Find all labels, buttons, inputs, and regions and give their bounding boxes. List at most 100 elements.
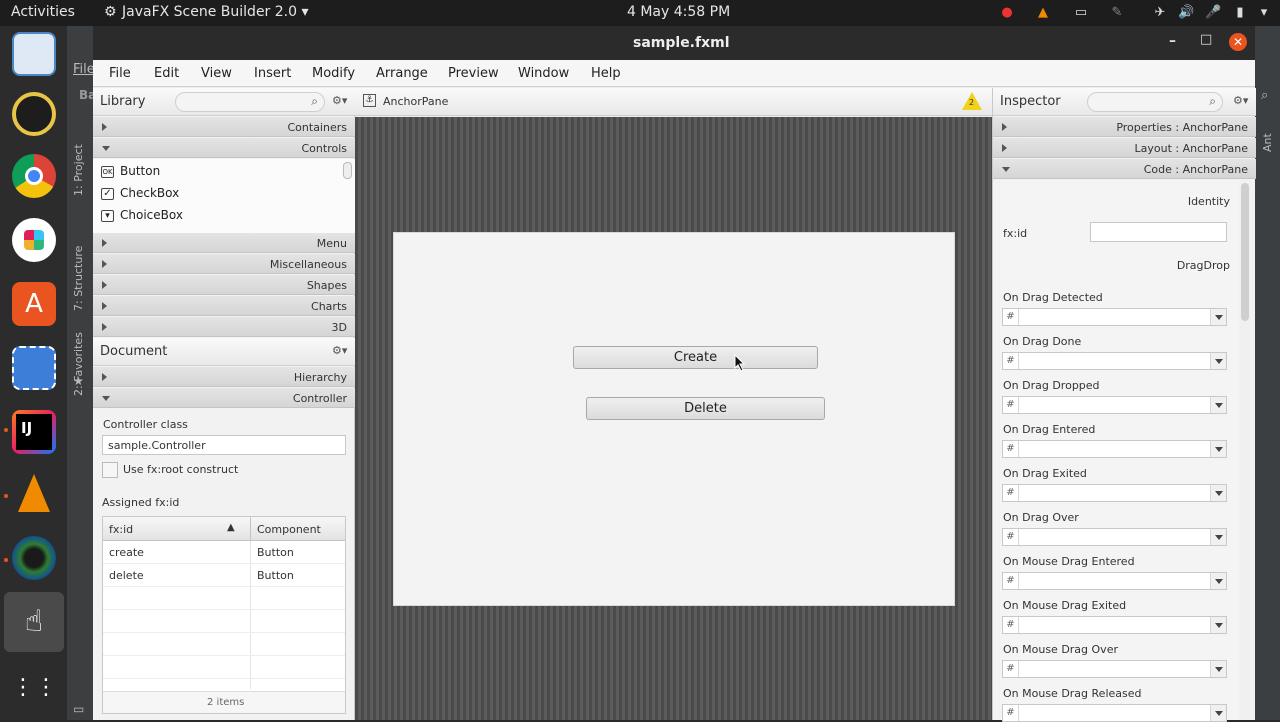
vlc-dock-icon[interactable]: [12, 472, 56, 516]
on-mouse-drag-released-combo[interactable]: #: [1002, 704, 1227, 722]
controls-scrollbar[interactable]: [343, 162, 352, 179]
power-menu-icon[interactable]: ▾: [1256, 5, 1272, 21]
window-icon[interactable]: ▭: [73, 702, 84, 716]
battery-icon[interactable]: ▮: [1232, 5, 1248, 21]
menu-window[interactable]: Window: [518, 66, 569, 81]
inspector-scrollbar-track[interactable]: [1240, 183, 1250, 720]
library-section-containers[interactable]: Containers: [93, 117, 355, 137]
controller-class-input[interactable]: sample.Controller: [102, 435, 346, 455]
on-drag-exited-combo[interactable]: #: [1002, 484, 1227, 502]
anchorpane-stage[interactable]: Create Delete: [393, 232, 955, 606]
library-search-input[interactable]: ⌕: [175, 92, 325, 112]
rhythmbox-dock-icon[interactable]: [12, 92, 56, 136]
table-row[interactable]: delete Button: [103, 564, 345, 587]
inspector-section-properties[interactable]: Properties : AnchorPane: [993, 117, 1256, 137]
on-drag-entered-combo[interactable]: #: [1002, 440, 1227, 458]
microphone-icon[interactable]: 🎤: [1205, 5, 1221, 21]
dropdown-arrow-icon[interactable]: [1210, 485, 1226, 501]
slack-dock-icon[interactable]: [12, 218, 56, 262]
on-drag-over-combo[interactable]: #: [1002, 528, 1227, 546]
library-section-controls[interactable]: Controls: [93, 138, 355, 158]
text-editor-dock-icon[interactable]: [12, 32, 56, 76]
updates-icon[interactable]: ✎: [1109, 5, 1125, 21]
inspector-section-layout[interactable]: Layout : AnchorPane: [993, 138, 1256, 158]
volume-icon[interactable]: 🔊: [1178, 5, 1194, 21]
table-header-fxid[interactable]: fx:id: [109, 523, 133, 536]
library-section-charts[interactable]: Charts: [93, 296, 355, 316]
design-canvas[interactable]: Create Delete: [355, 117, 992, 720]
library-settings-gear-icon[interactable]: ⚙▾: [332, 94, 347, 107]
structure-tool-tab[interactable]: 7: Structure: [72, 246, 85, 311]
on-mouse-drag-entered-combo[interactable]: #: [1002, 572, 1227, 590]
record-icon[interactable]: ●: [999, 5, 1015, 21]
library-item-button[interactable]: OK Button: [101, 164, 160, 178]
dropdown-arrow-icon[interactable]: [1210, 441, 1226, 457]
app-menu[interactable]: JavaFX Scene Builder 2.0 ▾: [122, 4, 309, 20]
inspector-search-input[interactable]: ⌕: [1087, 92, 1223, 112]
maximize-icon[interactable]: □: [1200, 32, 1212, 47]
vlc-tray-icon[interactable]: ▲: [1035, 5, 1051, 21]
menu-help[interactable]: Help: [591, 66, 621, 81]
dropdown-arrow-icon[interactable]: [1210, 397, 1226, 413]
close-icon[interactable]: ✕: [1229, 33, 1247, 51]
library-section-miscellaneous[interactable]: Miscellaneous: [93, 254, 355, 274]
screenshot-dock-icon[interactable]: [12, 346, 56, 390]
on-mouse-drag-over-combo[interactable]: #: [1002, 660, 1227, 678]
on-drag-done-combo[interactable]: #: [1002, 352, 1227, 370]
fx-root-checkbox[interactable]: [102, 462, 118, 478]
camera-dock-icon[interactable]: [12, 536, 56, 580]
clock[interactable]: 4 May 4:58 PM: [627, 4, 730, 20]
sort-ascending-icon[interactable]: ▲: [227, 522, 235, 533]
scene-builder-dock-icon[interactable]: ☝: [12, 600, 56, 644]
ide-file-menu-fragment[interactable]: File: [73, 62, 95, 77]
table-row[interactable]: create Button: [103, 541, 345, 564]
drive-icon[interactable]: ▭: [1073, 5, 1089, 21]
on-drag-dropped-combo[interactable]: #: [1002, 396, 1227, 414]
activities-button[interactable]: Activities: [11, 4, 75, 20]
menu-file[interactable]: File: [109, 66, 131, 81]
library-item-checkbox[interactable]: ✓ CheckBox: [101, 186, 179, 200]
dropdown-arrow-icon[interactable]: [1210, 573, 1226, 589]
dropdown-arrow-icon[interactable]: [1210, 309, 1226, 325]
library-section-shapes[interactable]: Shapes: [93, 275, 355, 295]
dropdown-arrow-icon[interactable]: [1210, 705, 1226, 721]
inspector-scrollbar-thumb[interactable]: [1241, 183, 1249, 321]
document-section-hierarchy[interactable]: Hierarchy: [93, 367, 355, 387]
show-apps-icon[interactable]: ⋮⋮⋮: [12, 666, 80, 710]
document-settings-gear-icon[interactable]: ⚙▾: [332, 344, 347, 357]
dropdown-arrow-icon[interactable]: [1210, 529, 1226, 545]
on-mouse-drag-exited-combo[interactable]: #: [1002, 616, 1227, 634]
dropdown-arrow-icon[interactable]: [1210, 617, 1226, 633]
create-button[interactable]: Create: [573, 346, 818, 369]
menu-modify[interactable]: Modify: [312, 66, 355, 81]
menu-preview[interactable]: Preview: [448, 66, 499, 81]
chrome-dock-icon[interactable]: [12, 154, 56, 198]
menu-view[interactable]: View: [201, 66, 232, 81]
project-tool-tab[interactable]: 1: Project: [72, 144, 85, 196]
document-section-controller[interactable]: Controller: [93, 388, 355, 408]
library-section-menu[interactable]: Menu: [93, 233, 355, 253]
dropdown-arrow-icon[interactable]: [1210, 661, 1226, 677]
fxid-input[interactable]: [1090, 222, 1227, 242]
minimize-icon[interactable]: –: [1169, 33, 1176, 49]
menu-insert[interactable]: Insert: [254, 66, 291, 81]
library-item-choicebox[interactable]: ▾ ChoiceBox: [101, 208, 183, 222]
menu-edit[interactable]: Edit: [154, 66, 179, 81]
inspector-section-code[interactable]: Code : AnchorPane: [993, 159, 1256, 179]
search-everywhere-icon[interactable]: ⌕: [1261, 88, 1268, 103]
library-section-3d[interactable]: 3D: [93, 317, 355, 337]
table-header-component[interactable]: Component: [257, 523, 321, 536]
menu-arrange[interactable]: Arrange: [376, 66, 428, 81]
column-divider: [250, 517, 251, 541]
airplane-mode-icon[interactable]: ✈: [1152, 5, 1168, 21]
dropdown-arrow-icon[interactable]: [1210, 353, 1226, 369]
library-title: Library: [100, 94, 146, 109]
software-center-dock-icon[interactable]: A: [12, 282, 56, 326]
intellij-dock-icon[interactable]: IJ: [12, 410, 56, 454]
inspector-settings-gear-icon[interactable]: ⚙▾: [1233, 94, 1248, 107]
running-indicator-dot: [4, 494, 8, 498]
delete-button[interactable]: Delete: [586, 397, 825, 420]
breadcrumb-anchorpane[interactable]: AnchorPane: [383, 95, 448, 108]
on-drag-detected-combo[interactable]: #: [1002, 308, 1227, 326]
ant-tool-tab[interactable]: Ant: [1261, 133, 1274, 152]
